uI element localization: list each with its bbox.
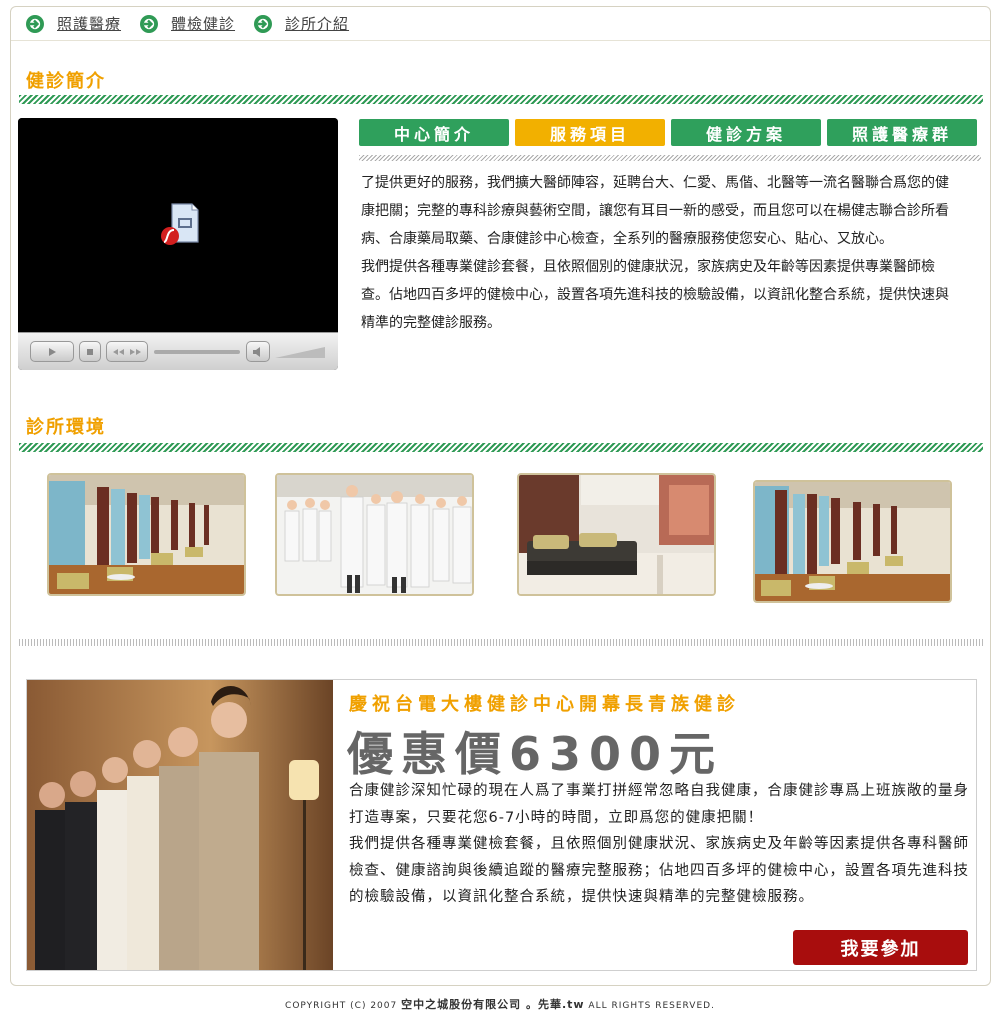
nav-item-care[interactable]: 照護醫療 [25, 13, 121, 34]
medical-team-photo[interactable] [275, 473, 474, 596]
lounge-photo[interactable] [47, 473, 246, 596]
nav-label: 診所介紹 [285, 15, 350, 33]
seek-icon [113, 348, 141, 355]
promo-paragraph-1: 合康健診深知忙碌的現在人爲了事業打拼經常忽略自我健康，合康健診專爲上班族敞的量身… [349, 783, 969, 826]
lounge-image [49, 475, 244, 594]
tab-services[interactable]: 服務項目 [515, 119, 665, 146]
nav-label: 照護醫療 [57, 15, 122, 33]
intro-paragraph-1: 了提供更好的服務，我們擴大醫師陣容，延聘台大、仁愛、馬偕、北醫等一流名醫聯合爲您… [361, 175, 949, 247]
footer-rights: ALL RIGHTS RESERVED. [588, 1001, 715, 1011]
progress-track[interactable] [154, 350, 240, 354]
arrow-right-circle-icon [26, 14, 44, 33]
top-navigation: 照護醫療 體檢健診 診所介紹 [11, 7, 990, 41]
tab-checkup-plans[interactable]: 健診方案 [671, 119, 821, 146]
section-divider [19, 95, 983, 104]
section-divider [19, 443, 983, 452]
tab-care-team[interactable]: 照護醫療群 [827, 119, 977, 146]
video-player[interactable] [18, 118, 338, 370]
promo-title: 慶祝台電大樓健診中心開幕長青族健診 [349, 694, 740, 715]
promo-banner: 慶祝台電大樓健診中心開幕長青族健診 優惠價6300元 合康健診深知忙碌的現在人爲… [26, 679, 977, 971]
waiting-room-photo[interactable] [517, 473, 716, 596]
tab-divider [359, 155, 981, 161]
speaker-icon [253, 346, 260, 357]
tab-center-intro[interactable]: 中心簡介 [359, 119, 509, 146]
medical-team-image [277, 475, 472, 594]
footer: COPYRIGHT (C) 2007 空中之城股份有限公司 。先華.tw ALL… [0, 996, 1000, 1012]
nav-label: 體檢健診 [171, 15, 236, 33]
stop-icon [87, 348, 93, 355]
promo-price: 優惠價6300元 [347, 727, 724, 781]
stop-button[interactable] [79, 341, 101, 362]
join-button[interactable]: 我要參加 [793, 930, 968, 965]
footer-copyright: COPYRIGHT (C) 2007 [285, 1001, 398, 1011]
promo-paragraph-2: 我們提供各種專業健檢套餐，且依照個別健康狀況、家族病史及年齡等因素提供各專科醫師… [349, 836, 969, 905]
info-tabs: 中心簡介 服務項目 健診方案 照護醫療群 [359, 119, 977, 146]
promo-body: 合康健診深知忙碌的現在人爲了事業打拼經常忽略自我健康，合康健診專爲上班族敞的量身… [349, 778, 969, 911]
lounge-image-2 [755, 482, 950, 601]
play-button[interactable] [30, 341, 74, 362]
section-title-environment: 診所環境 [26, 417, 106, 438]
arrow-right-circle-icon [254, 14, 273, 33]
intro-text: 了提供更好的服務，我們擴大醫師陣容，延聘台大、仁愛、馬偕、北醫等一流名醫聯合爲您… [361, 169, 959, 337]
flash-plugin-missing-icon [161, 203, 199, 245]
intro-paragraph-2: 我們提供各種專業健診套餐，且依照個別的健康狀況，家族病史及年齡等因素提供專業醫師… [361, 259, 949, 331]
footer-company: 空中之城股份有限公司 。先華.tw [401, 998, 585, 1011]
video-screen[interactable] [18, 118, 338, 332]
nav-item-clinic[interactable]: 診所介紹 [253, 13, 349, 34]
page-frame: 照護醫療 體檢健診 診所介紹 健診簡介 中心簡介 服務項目 健診方案 照護醫療群… [10, 6, 991, 986]
section-title-intro: 健診簡介 [26, 71, 106, 92]
waiting-room-image [519, 475, 714, 594]
play-icon [49, 347, 56, 356]
promo-staff-photo [27, 680, 333, 970]
volume-slider[interactable] [274, 345, 326, 359]
seek-buttons[interactable] [106, 341, 148, 362]
lounge-photo-2[interactable] [753, 480, 952, 603]
staff-group-image [27, 680, 333, 970]
nav-item-checkup[interactable]: 體檢健診 [139, 13, 235, 34]
video-controls [18, 332, 338, 370]
volume-button[interactable] [246, 341, 270, 362]
arrow-right-circle-icon [140, 14, 159, 33]
dotted-divider [19, 639, 983, 646]
